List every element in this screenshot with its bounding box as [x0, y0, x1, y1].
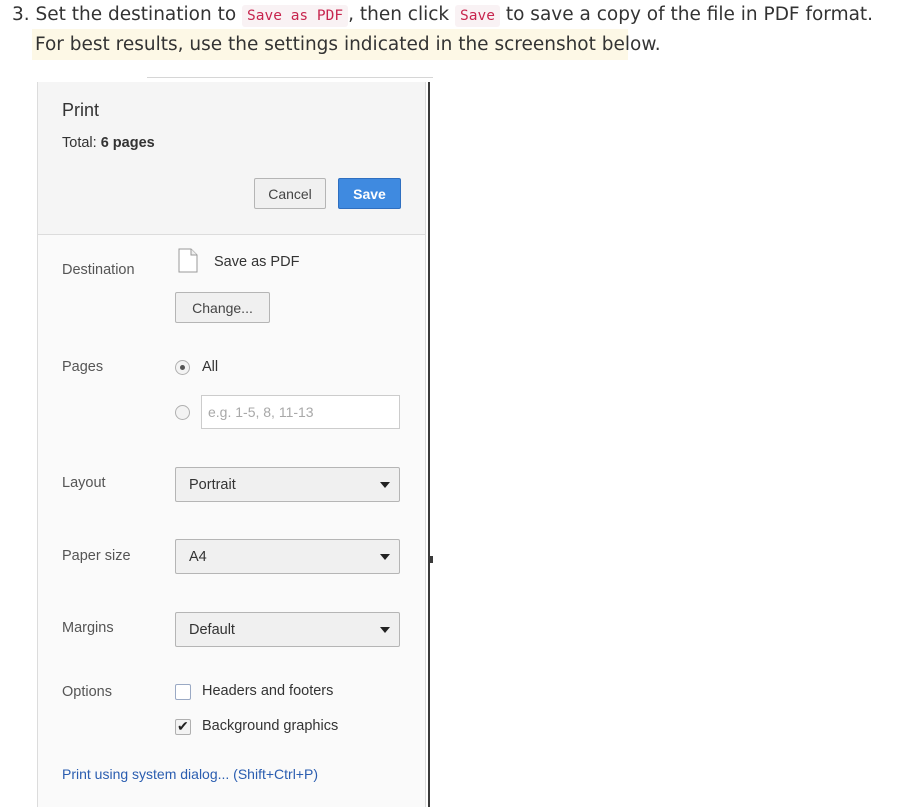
- save-inline-code: Save: [455, 5, 500, 27]
- checkmark-icon: ✔: [177, 718, 189, 734]
- paper-size-label: Paper size: [62, 548, 131, 564]
- background-graphics-checkbox[interactable]: ✔: [175, 718, 191, 735]
- options-label: Options: [62, 684, 112, 700]
- save-button[interactable]: Save: [338, 178, 401, 209]
- screenshot-right-border: [428, 82, 430, 807]
- total-pages: Total: 6 pages: [62, 135, 155, 151]
- screenshot-top-border: [147, 77, 433, 78]
- system-dialog-link[interactable]: Print using system dialog... (Shift+Ctrl…: [62, 766, 318, 782]
- margins-select[interactable]: Default: [175, 612, 400, 647]
- print-title: Print: [62, 100, 100, 120]
- step-text-middle: , then click: [348, 4, 450, 25]
- layout-label: Layout: [62, 475, 106, 491]
- margins-label: Margins: [62, 620, 114, 636]
- margins-value: Default: [189, 622, 235, 638]
- paper-size-select[interactable]: A4: [175, 539, 400, 574]
- destination-inline-code: Save as PDF: [242, 5, 349, 27]
- dropdown-arrow-icon: [380, 627, 390, 633]
- print-dialog: Print Total: 6 pages Cancel Save Destina…: [37, 82, 426, 807]
- cancel-button[interactable]: Cancel: [254, 178, 326, 209]
- pages-all-label: All: [202, 359, 219, 375]
- step-text-prefix: 3. Set the destination to: [12, 4, 237, 25]
- headers-footers-checkbox[interactable]: [175, 684, 191, 700]
- total-value: 6 pages: [100, 135, 155, 151]
- instruction-note: For best results, use the settings indic…: [32, 29, 661, 60]
- print-header: Print Total: 6 pages Cancel Save: [38, 82, 425, 235]
- pdf-file-icon: [178, 248, 198, 273]
- instruction-step: 3. Set the destination to Save as PDF, t…: [12, 0, 873, 31]
- paper-size-value: A4: [189, 549, 207, 565]
- layout-value: Portrait: [189, 477, 236, 493]
- destination-value: Save as PDF: [214, 254, 300, 270]
- background-graphics-label: Background graphics: [202, 718, 339, 734]
- layout-select[interactable]: Portrait: [175, 467, 400, 502]
- screenshot-border-tick: [428, 556, 433, 563]
- pages-label: Pages: [62, 359, 104, 375]
- step-text-suffix: to save a copy of the file in PDF format…: [505, 4, 874, 25]
- headers-footers-label: Headers and footers: [202, 683, 334, 699]
- dropdown-arrow-icon: [380, 482, 390, 488]
- pages-all-radio[interactable]: [175, 360, 190, 375]
- change-destination-button[interactable]: Change...: [175, 292, 270, 323]
- pages-custom-radio[interactable]: [175, 405, 190, 420]
- destination-label: Destination: [62, 262, 135, 278]
- dropdown-arrow-icon: [380, 554, 390, 560]
- total-label: Total:: [62, 135, 97, 151]
- pages-range-input[interactable]: [201, 395, 400, 429]
